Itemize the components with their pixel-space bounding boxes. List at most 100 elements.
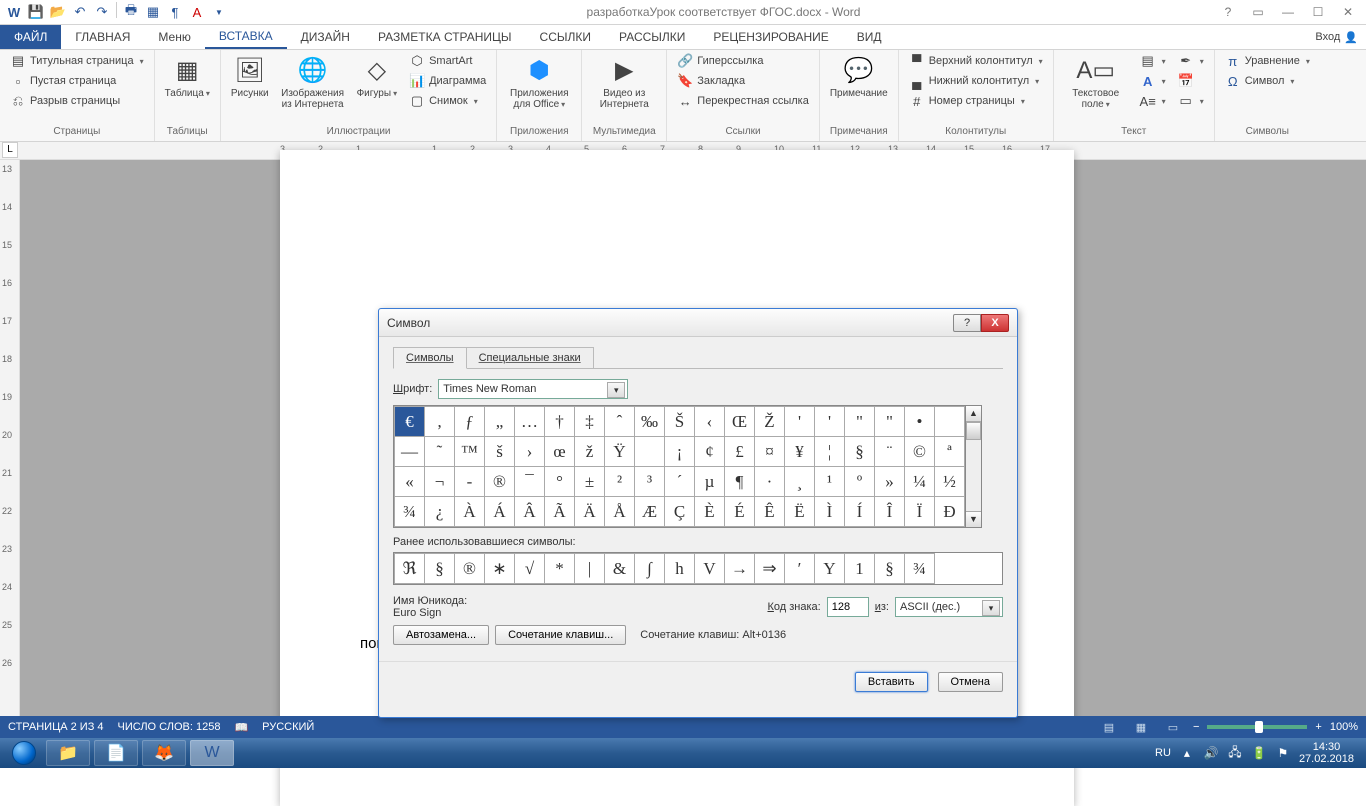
recent-symbol-cell[interactable]: ® [455,554,485,584]
symbol-cell[interactable]: ' [785,407,815,437]
table-button[interactable]: ▦Таблица▾ [161,52,214,101]
symbol-cell[interactable]: ¡ [665,437,695,467]
symbol-cell[interactable]: š [485,437,515,467]
scroll-up-icon[interactable]: ▲ [966,406,981,422]
tab-layout[interactable]: РАЗМЕТКА СТРАНИЦЫ [364,25,526,49]
view-read-icon[interactable]: ▤ [1097,718,1121,736]
symbol-cell[interactable]: £ [725,437,755,467]
tray-show-hidden-icon[interactable]: ▴ [1179,745,1195,761]
symbol-cell[interactable]: · [755,467,785,497]
symbol-cell[interactable]: ž [575,437,605,467]
title-page-button[interactable]: ▤Титульная страница▾ [6,52,148,70]
symbol-cell[interactable]: † [545,407,575,437]
symbol-cell[interactable]: ˜ [425,437,455,467]
symbol-cell[interactable]: Ð [935,497,965,527]
symbol-cell[interactable]: ½ [935,467,965,497]
symbol-cell[interactable]: Ï [905,497,935,527]
symbol-cell[interactable]: » [875,467,905,497]
symbol-cell[interactable]: - [455,467,485,497]
symbol-cell[interactable]: ¹ [815,467,845,497]
scroll-down-icon[interactable]: ▼ [966,511,981,527]
task-firefox[interactable]: 🦊 [142,740,186,766]
symbol-cell[interactable]: § [845,437,875,467]
symbol-cell[interactable]: Ê [755,497,785,527]
symbol-cell[interactable]: " [875,407,905,437]
symbol-cell[interactable] [635,437,665,467]
undo-icon[interactable]: ↶ [70,2,90,22]
tab-references[interactable]: ССЫЛКИ [526,25,605,49]
symbol-cell[interactable]: ³ [635,467,665,497]
symbol-cell[interactable]: À [455,497,485,527]
online-pictures-button[interactable]: 🌐Изображения из Интернета [277,52,349,112]
status-language[interactable]: РУССКИЙ [262,721,314,733]
symbol-cell[interactable]: Â [515,497,545,527]
recent-symbol-cell[interactable]: * [545,554,575,584]
quick-parts-button[interactable]: ▤▾ [1136,52,1170,70]
symbol-cell[interactable]: ¬ [425,467,455,497]
tray-volume-icon[interactable]: 🔊 [1203,745,1219,761]
zoom-out-icon[interactable]: − [1193,721,1199,733]
object-button[interactable]: ▭▾ [1174,92,1208,110]
symbol-cell[interactable]: ¯ [515,467,545,497]
tray-clock[interactable]: 14:3027.02.2018 [1299,741,1354,765]
tab-selector[interactable]: L [2,142,18,158]
recent-symbol-cell[interactable]: ∗ [485,554,515,584]
symbol-cell[interactable]: ¸ [785,467,815,497]
symbol-cell[interactable]: Ç [665,497,695,527]
task-explorer[interactable]: 📁 [46,740,90,766]
symbol-cell[interactable]: Ä [575,497,605,527]
recent-symbol-cell[interactable]: ⇒ [755,554,785,584]
signin-link[interactable]: Вход 👤 [1315,25,1366,49]
symbol-cell[interactable]: ¾ [395,497,425,527]
recent-symbol-cell[interactable]: § [875,554,905,584]
symbol-cell[interactable]: " [845,407,875,437]
recent-symbol-cell[interactable]: | [575,554,605,584]
symbol-cell[interactable]: Ž [755,407,785,437]
tab-symbols[interactable]: Символы [393,347,467,369]
tab-file[interactable]: ФАЙЛ [0,25,61,49]
symbol-cell[interactable]: ¼ [905,467,935,497]
tab-menu[interactable]: Меню [144,25,204,49]
dialog-titlebar[interactable]: Символ ? X [379,309,1017,337]
symbol-cell[interactable]: Å [605,497,635,527]
symbol-cell[interactable]: Ë [785,497,815,527]
dialog-close-icon[interactable]: X [981,314,1009,332]
task-libreoffice[interactable]: 📄 [94,740,138,766]
symbol-cell[interactable]: ¶ [725,467,755,497]
page-number-button[interactable]: #Номер страницы▾ [905,92,1047,110]
symbol-cell[interactable]: ¿ [425,497,455,527]
redo-icon[interactable]: ↷ [92,2,112,22]
symbol-cell[interactable]: Œ [725,407,755,437]
zoom-level[interactable]: 100% [1330,721,1358,733]
tab-review[interactable]: РЕЦЕНЗИРОВАНИЕ [699,25,842,49]
tray-lang[interactable]: RU [1155,747,1171,759]
symbol-cell[interactable]: º [845,467,875,497]
symbol-cell[interactable]: € [395,407,425,437]
symbol-cell[interactable]: Ã [545,497,575,527]
tab-home[interactable]: ГЛАВНАЯ [61,25,144,49]
equation-button[interactable]: πУравнение▾ [1221,52,1314,70]
save-icon[interactable]: 💾 [26,2,46,22]
symbol-cell[interactable]: ¤ [755,437,785,467]
scroll-thumb[interactable] [966,422,981,440]
status-words[interactable]: ЧИСЛО СЛОВ: 1258 [118,721,221,733]
symbol-cell[interactable]: È [695,497,725,527]
symbol-cell[interactable]: ² [605,467,635,497]
symbol-cell[interactable]: ˆ [605,407,635,437]
symbol-cell[interactable]: Š [665,407,695,437]
font-select[interactable]: Times New Roman [438,379,628,399]
blank-page-button[interactable]: ▫Пустая страница [6,72,148,90]
symbol-cell[interactable]: ª [935,437,965,467]
recent-symbol-cell[interactable]: ¾ [905,554,935,584]
symbol-cell[interactable]: ° [545,467,575,497]
symbol-cell[interactable]: ‡ [575,407,605,437]
smartart-button[interactable]: ⬡SmartArt [405,52,490,70]
tray-battery-icon[interactable]: 🔋 [1251,745,1267,761]
recent-symbol-cell[interactable]: V [695,554,725,584]
shortcut-button[interactable]: Сочетание клавиш... [495,625,626,645]
hyperlink-button[interactable]: 🔗Гиперссылка [673,52,813,70]
tab-special-chars[interactable]: Специальные знаки [466,347,594,368]
dialog-help-icon[interactable]: ? [953,314,981,332]
maximize-icon[interactable]: ☐ [1304,2,1332,22]
symbol-cell[interactable]: Ÿ [605,437,635,467]
